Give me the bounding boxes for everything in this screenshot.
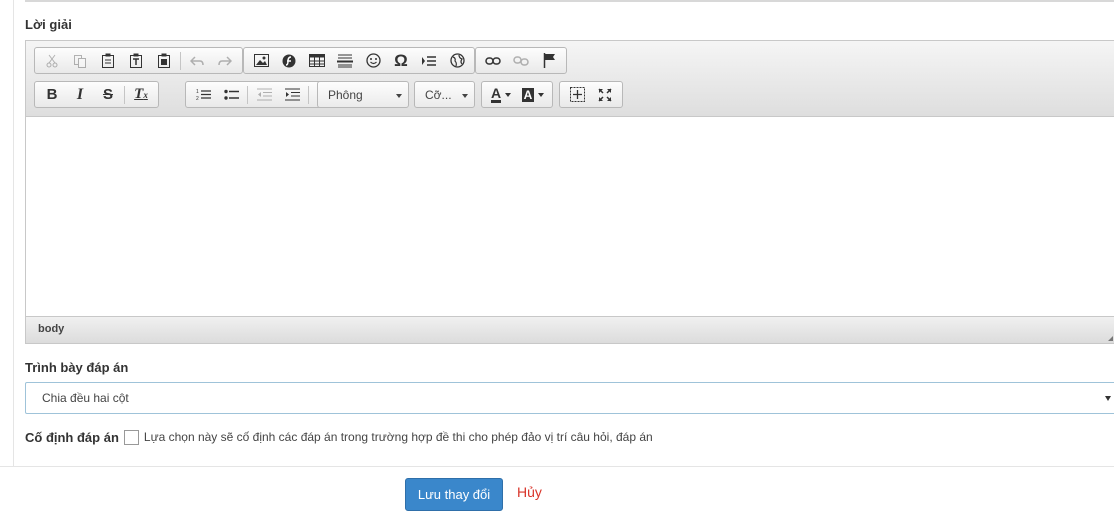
tools-group	[559, 81, 623, 108]
footer-divider	[0, 466, 1114, 467]
strike-icon[interactable]: S	[94, 83, 122, 107]
element-path-bar: body	[26, 316, 1114, 343]
toolbar-separator	[308, 85, 309, 104]
svg-text:2: 2	[196, 96, 199, 101]
answer-layout-value: Chia đều hai cột	[42, 391, 129, 405]
bg-color-icon[interactable]: A	[517, 83, 549, 107]
chevron-down-icon	[396, 94, 402, 98]
editor-toolbar: Ω B I S Tx 1 2 Phông Cỡ... A A	[26, 41, 1114, 117]
page-break-icon[interactable]	[415, 49, 443, 73]
horizontal-line-icon[interactable]	[331, 49, 359, 73]
rich-text-editor: Ω B I S Tx 1 2 Phông Cỡ... A A body	[25, 40, 1114, 344]
cancel-link[interactable]: Hủy	[517, 484, 542, 500]
top-divider	[25, 0, 1114, 2]
flash-icon[interactable]	[275, 49, 303, 73]
redo-icon[interactable]	[211, 49, 239, 73]
indent-icon[interactable]	[278, 83, 306, 107]
paste-word-icon[interactable]	[150, 49, 178, 73]
toolbar-separator	[124, 85, 125, 104]
iframe-icon[interactable]	[443, 49, 471, 73]
resize-handle-icon[interactable]	[1108, 336, 1113, 341]
layout-label: Trình bày đáp án	[25, 360, 129, 375]
solution-label: Lời giải	[25, 17, 72, 32]
font-combo-label: Phông	[328, 87, 363, 102]
insert-group: Ω	[243, 47, 475, 74]
copy-icon[interactable]	[66, 49, 94, 73]
colors-group: A A	[481, 81, 553, 108]
svg-text:1: 1	[196, 89, 199, 95]
answer-layout-select[interactable]: Chia đều hai cột	[25, 382, 1114, 414]
path-body-item[interactable]: body	[38, 323, 64, 335]
left-divider	[13, 0, 14, 466]
table-icon[interactable]	[303, 49, 331, 73]
remove-format-icon[interactable]: Tx	[127, 83, 155, 107]
smiley-icon[interactable]	[359, 49, 387, 73]
text-color-icon[interactable]: A	[485, 83, 517, 107]
anchor-icon[interactable]	[535, 49, 563, 73]
paste-text-icon[interactable]	[122, 49, 150, 73]
editor-content-area[interactable]	[26, 117, 1114, 317]
clipboard-group	[34, 47, 243, 74]
caret-down-icon	[1105, 396, 1111, 401]
unlink-icon[interactable]	[507, 49, 535, 73]
font-combo[interactable]: Phông	[317, 81, 409, 108]
size-combo-label: Cỡ...	[425, 87, 452, 102]
show-blocks-icon[interactable]	[563, 83, 591, 107]
toolbar-separator	[180, 51, 181, 70]
maximize-icon[interactable]	[591, 83, 619, 107]
basic-styles-group: B I S Tx	[34, 81, 159, 108]
cut-icon[interactable]	[38, 49, 66, 73]
fix-answers-label: Cố định đáp án	[25, 429, 119, 445]
link-group	[475, 47, 567, 74]
link-icon[interactable]	[479, 49, 507, 73]
toolbar-separator	[247, 85, 248, 104]
italic-icon[interactable]: I	[66, 83, 94, 107]
outdent-icon[interactable]	[250, 83, 278, 107]
bulleted-list-icon[interactable]	[217, 83, 245, 107]
special-char-icon[interactable]: Ω	[387, 49, 415, 73]
paste-icon[interactable]	[94, 49, 122, 73]
save-button[interactable]: Lưu thay đổi	[405, 478, 503, 511]
size-combo[interactable]: Cỡ...	[414, 81, 475, 108]
fix-answers-description: Lựa chọn này sẽ cố định các đáp án trong…	[143, 430, 653, 444]
fix-answers-checkbox[interactable]	[123, 429, 139, 445]
chevron-down-icon	[462, 94, 468, 98]
bold-icon[interactable]: B	[38, 83, 66, 107]
fix-answers-row: Cố định đáp án Lựa chọn này sẽ cố định c…	[25, 428, 653, 446]
image-icon[interactable]	[247, 49, 275, 73]
undo-icon[interactable]	[183, 49, 211, 73]
numbered-list-icon[interactable]: 12	[189, 83, 217, 107]
